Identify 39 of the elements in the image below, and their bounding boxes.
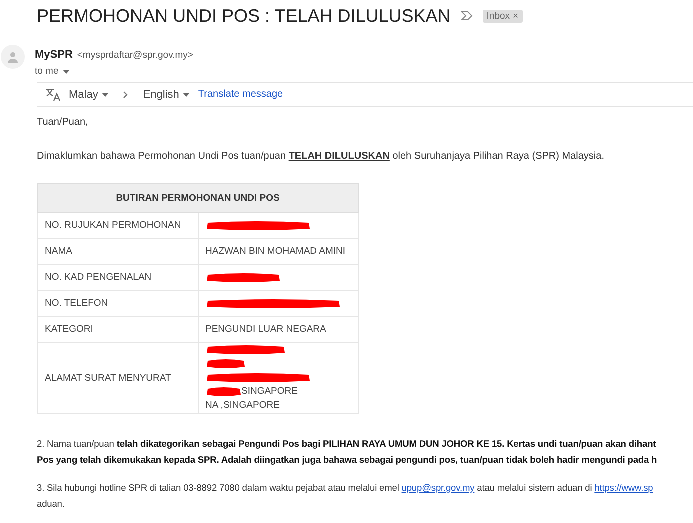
link[interactable]: https://www.sp [594, 483, 654, 493]
table-cell-text: SINGAPORE [242, 385, 298, 399]
greeting-text: Tuan/Puan, [37, 116, 90, 130]
table-cell: NO. TELEFON [38, 290, 198, 316]
source-language-dropdown[interactable]: Malay [69, 88, 110, 100]
body-text: 3. Sila hubungi hotline SPR di talian 03-8892 7080 dalam waktu pejabat atau melalui emel [37, 483, 400, 493]
table-cell: KATEGORI [38, 316, 198, 342]
link[interactable]: upup@spr.gov.my [402, 483, 475, 493]
table-cell-text: NA ,SINGAPORE [206, 399, 280, 413]
translate-icon [45, 88, 61, 102]
importance-marker-icon[interactable] [460, 11, 473, 21]
caret-icon [62, 70, 70, 74]
remove-label-button[interactable]: × [513, 10, 519, 22]
body-text: TELAH DILULUSKAN [288, 151, 390, 162]
body-text: aduan. [37, 499, 65, 509]
table-header: BUTIRAN PERMOHONAN UNDI POS [38, 184, 358, 212]
sender-address: <mysprdaftar@spr.gov.my> [77, 50, 194, 61]
email-subject: PERMOHONAN UNDI POS : TELAH DILULUSKAN [37, 6, 451, 26]
body-text: telah dikategorikan sebagai Pengundi Pos bagi PILIHAN RAYA UMUM DUN JOHOR KE 15. Kertas undi tuan/puan akan dihant [116, 439, 656, 449]
target-language-dropdown[interactable]: English [143, 88, 190, 100]
table-cell: NO. KAD PENGENALAN [38, 264, 198, 290]
table-cell-text: HAZWAN BIN MOHAMAD AMINI [206, 244, 346, 258]
body-text: atau melalui sistem aduan di [476, 483, 594, 493]
caret-icon [183, 92, 190, 96]
recipient-dropdown[interactable]: to me [35, 66, 194, 77]
body-text: Dimaklumkan bahawa Permohonan Undi Pos tuan/puan [37, 151, 288, 162]
sender-name: MySPR [35, 49, 73, 61]
table-cell: ALAMAT SURAT MENYURAT [38, 342, 198, 414]
body-text: oleh Suruhanjaya Pilihan Raya (SPR) Malaysia. [392, 151, 604, 162]
avatar-icon [1, 45, 25, 69]
chevron-right-icon [123, 90, 130, 98]
body-text: Pos yang telah dikemukakan kepada SPR. Adalah diingatkan juga bahawa sebagai pengundi pos, tuan/puan tidak boleh hadir mengundi pada h [37, 455, 658, 465]
body-text: 2. Nama tuan/puan [37, 439, 116, 449]
caret-icon [102, 92, 110, 96]
table-cell: NAMA [38, 238, 198, 264]
table-cell: NO. RUJUKAN PERMOHONAN [38, 212, 198, 238]
translate-message-link[interactable]: Translate message [198, 89, 284, 100]
table-cell-text: PENGUNDI LUAR NEGARA [206, 322, 326, 336]
inbox-label: Inbox × [482, 10, 523, 22]
